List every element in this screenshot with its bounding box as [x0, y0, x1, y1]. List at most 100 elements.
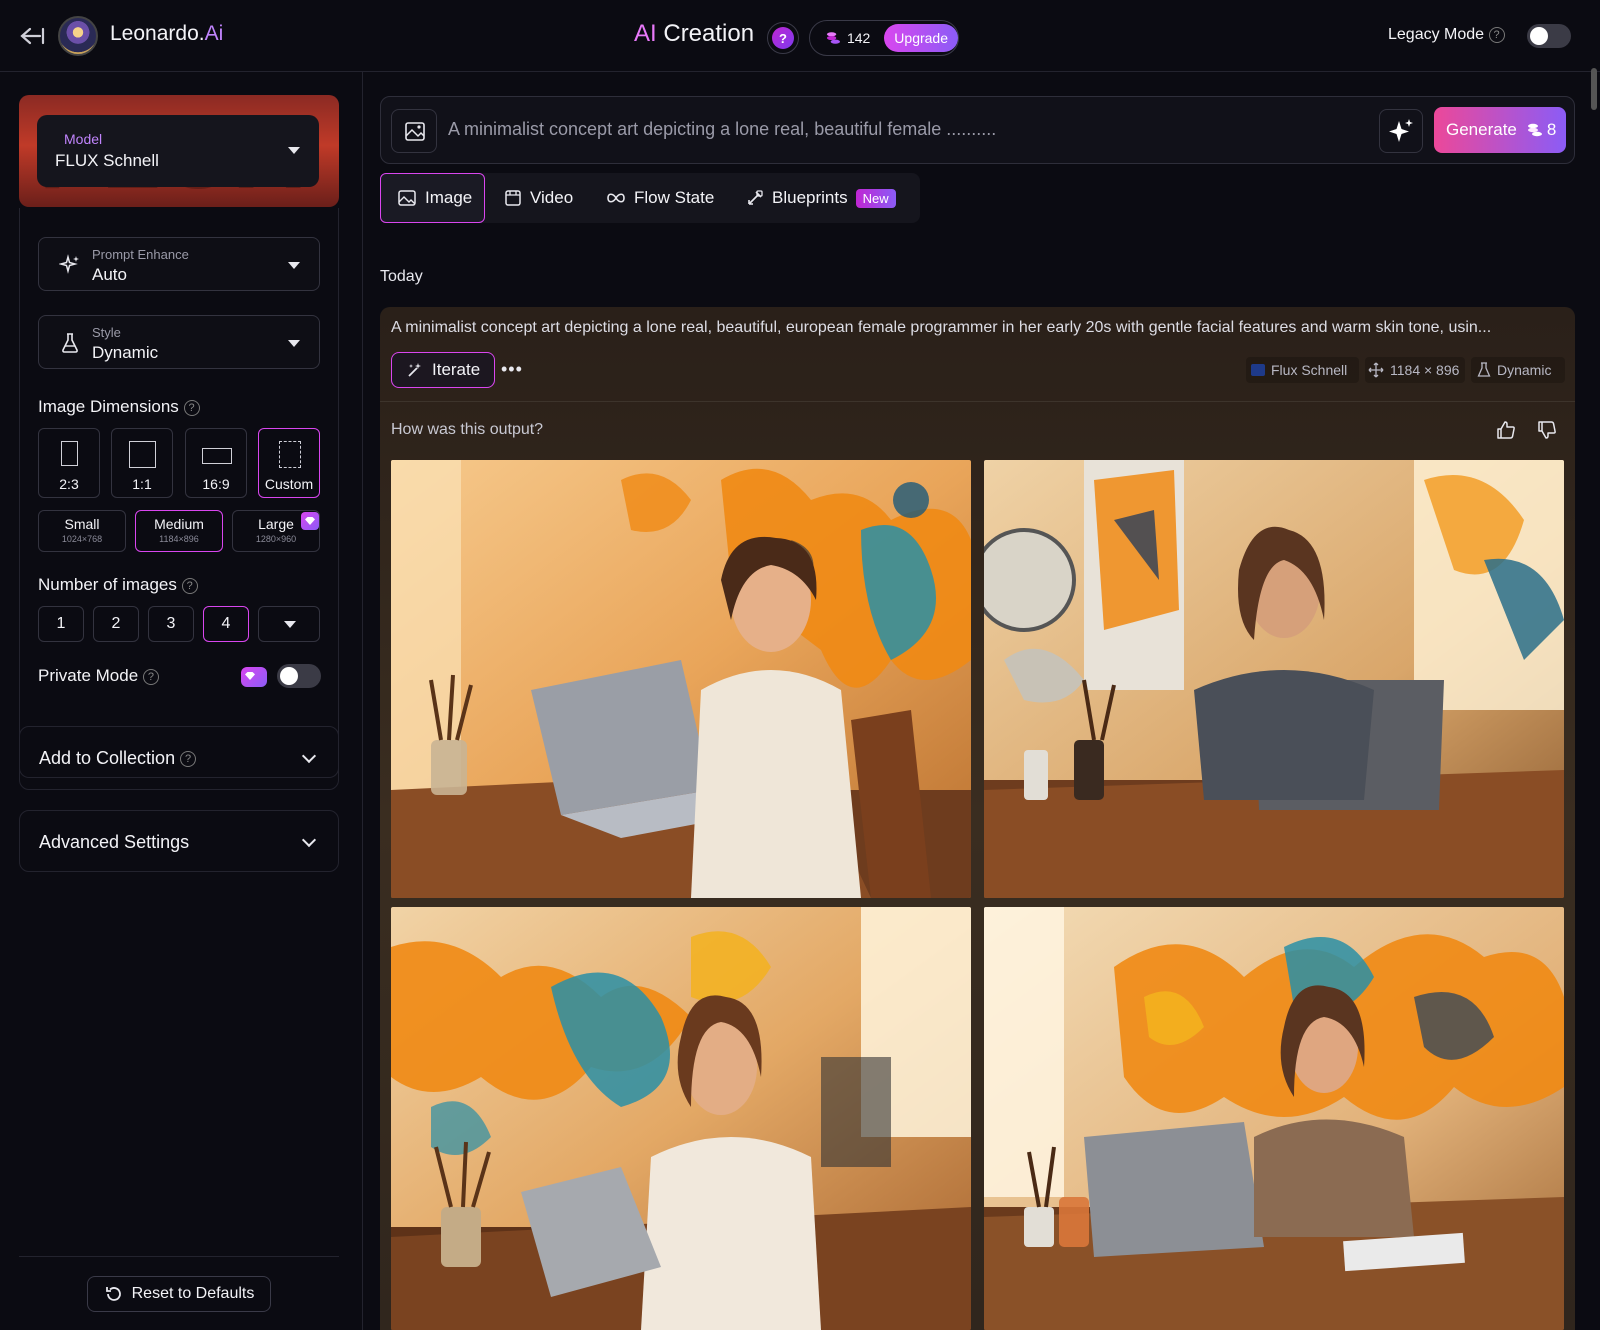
divider	[380, 401, 1575, 402]
tab-video[interactable]: Video	[504, 173, 573, 223]
flask-icon	[62, 333, 78, 353]
generated-image-art	[391, 907, 971, 1330]
legacy-mode-label: Legacy Mode ?	[1388, 26, 1505, 44]
day-heading: Today	[380, 268, 423, 285]
coins-icon	[826, 32, 841, 44]
style-select[interactable]: Style Dynamic	[38, 315, 320, 369]
add-to-collection-section[interactable]: Add to Collection ?	[19, 726, 339, 790]
size-small-button[interactable]: Small 1024×768	[38, 510, 126, 552]
count-4-button[interactable]: 4	[203, 606, 249, 642]
prompt-bar: A minimalist concept art depicting a lon…	[380, 96, 1575, 164]
coins-icon	[1527, 123, 1542, 137]
image-add-icon	[405, 122, 425, 141]
private-mode-toggle[interactable]	[277, 664, 321, 688]
reset-to-defaults-button[interactable]: Reset to Defaults	[87, 1276, 271, 1312]
help-icon[interactable]: ?	[180, 751, 197, 768]
collapse-sidebar-icon[interactable]	[16, 24, 46, 48]
chevron-down-icon	[301, 748, 317, 764]
help-icon[interactable]: ?	[183, 399, 200, 416]
landscape-ratio-icon	[202, 448, 232, 464]
model-select[interactable]: Model FLUX Schnell	[37, 115, 319, 187]
help-button[interactable]: ?	[767, 22, 799, 54]
chevron-down-icon	[288, 340, 300, 347]
count-2-button[interactable]: 2	[93, 606, 139, 642]
feedback-question: How was this output?	[391, 421, 544, 438]
image-icon	[398, 190, 416, 206]
count-1-button[interactable]: 1	[38, 606, 84, 642]
ratio-16-9-button[interactable]: 16:9	[185, 428, 247, 498]
avatar[interactable]	[58, 16, 98, 56]
count-3-button[interactable]: 3	[148, 606, 194, 642]
thumbs-up-icon[interactable]	[1495, 419, 1517, 441]
custom-ratio-icon	[279, 441, 301, 468]
scrollbar[interactable]	[1591, 68, 1597, 110]
number-of-images-label: Number of images ?	[38, 575, 198, 595]
ratio-1-1-button[interactable]: 1:1	[111, 428, 173, 498]
token-count: 142	[846, 30, 871, 46]
prompt-enhance-button[interactable]	[1379, 109, 1423, 153]
page-title: AI Creation	[634, 20, 755, 47]
ratio-2-3-button[interactable]: 2:3	[38, 428, 100, 498]
magic-wand-icon	[408, 363, 421, 377]
square-ratio-icon	[129, 441, 156, 468]
advanced-settings-section[interactable]: Advanced Settings	[19, 810, 339, 872]
blueprint-icon	[748, 190, 763, 205]
iterate-button[interactable]: Iterate	[391, 352, 495, 388]
divider	[19, 1256, 339, 1257]
private-mode-label: Private Mode ?	[38, 666, 159, 686]
generation-card: A minimalist concept art depicting a lon…	[380, 307, 1575, 1330]
model-card: FLUX Model FLUX Schnell	[19, 95, 339, 207]
mode-tabs: Image Video Flow State Blueprints New	[380, 173, 920, 223]
size-medium-button[interactable]: Medium 1184×896	[135, 510, 223, 552]
premium-gem-icon	[241, 667, 267, 687]
thumbs-down-icon[interactable]	[1536, 419, 1558, 441]
generated-image-4[interactable]	[984, 907, 1564, 1330]
new-badge: New	[855, 188, 896, 208]
generated-image-2[interactable]	[984, 460, 1564, 898]
advanced-settings-title: Advanced Settings	[39, 832, 190, 852]
model-label: Model	[64, 131, 103, 147]
brand-logo[interactable]: Leonardo.Ai	[110, 22, 223, 46]
tab-image[interactable]: Image	[380, 173, 485, 223]
prompt-input[interactable]: A minimalist concept art depicting a lon…	[448, 119, 996, 140]
style-value: Dynamic	[92, 343, 159, 362]
generate-button[interactable]: Generate 8	[1434, 107, 1566, 153]
help-icon[interactable]: ?	[181, 577, 198, 594]
image-prompt-button[interactable]	[391, 109, 437, 153]
reset-icon	[105, 1287, 121, 1301]
legacy-mode-toggle[interactable]	[1527, 24, 1571, 48]
sparkles-icon	[59, 254, 79, 274]
infinity-icon	[607, 193, 625, 203]
meta-style: Dynamic	[1477, 359, 1551, 381]
generated-image-art	[984, 460, 1564, 898]
upgrade-button[interactable]: Upgrade	[884, 24, 958, 52]
tab-blueprints[interactable]: Blueprints New	[746, 173, 896, 223]
tab-flow-state[interactable]: Flow State	[606, 173, 714, 223]
ratio-custom-button[interactable]: Custom	[258, 428, 320, 498]
image-dimensions-label: Image Dimensions ?	[38, 397, 200, 417]
meta-dimensions: 1184 × 896	[1368, 359, 1459, 381]
token-balance[interactable]: 142 Upgrade	[809, 20, 959, 56]
chevron-down-icon	[301, 832, 317, 848]
meta-model: Flux Schnell	[1251, 359, 1347, 381]
help-icon[interactable]: ?	[142, 668, 159, 685]
chevron-down-icon	[288, 262, 300, 269]
flask-icon	[1477, 362, 1491, 377]
move-icon	[1368, 362, 1384, 378]
chevron-down-icon	[288, 147, 300, 154]
sparkles-icon	[1389, 119, 1413, 142]
prompt-enhance-label: Prompt Enhance	[92, 247, 189, 262]
generated-image-3[interactable]	[391, 907, 971, 1330]
generation-prompt[interactable]: A minimalist concept art depicting a lon…	[391, 319, 1561, 337]
generated-image-1[interactable]	[391, 460, 971, 898]
prompt-enhance-select[interactable]: Prompt Enhance Auto	[38, 237, 320, 291]
more-options-button[interactable]: •••	[501, 359, 523, 380]
chevron-down-icon	[284, 621, 296, 628]
help-icon[interactable]: ?	[1488, 26, 1505, 43]
generated-image-art	[984, 907, 1564, 1330]
top-bar: Leonardo.Ai AI Creation ? 142 Upgrade Le…	[0, 0, 1600, 72]
count-more-dropdown[interactable]	[258, 606, 320, 642]
style-label: Style	[92, 325, 121, 340]
video-icon	[505, 190, 521, 206]
generated-image-art	[391, 460, 971, 898]
